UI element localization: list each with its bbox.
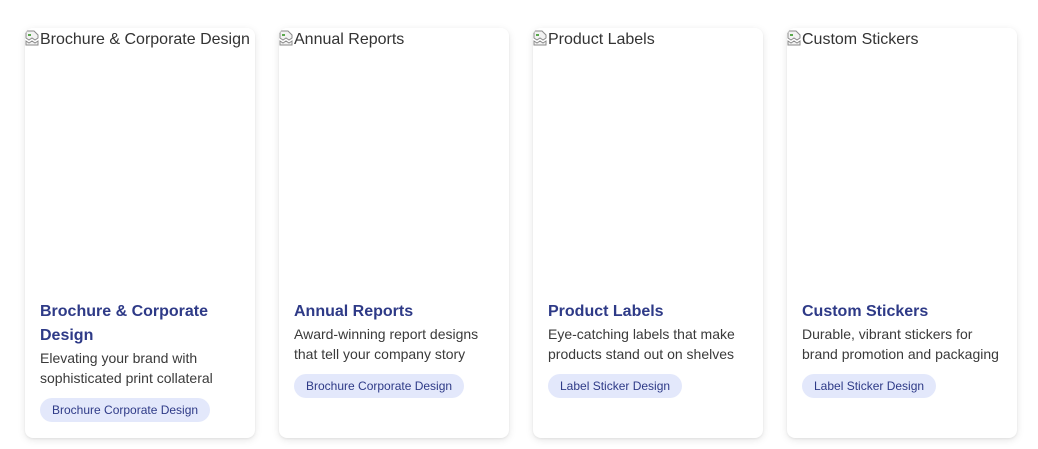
card-image[interactable]: Custom Stickers (787, 28, 1017, 288)
broken-image-icon (279, 30, 293, 46)
card-description: Elevating your brand with sophisticated … (40, 350, 213, 386)
broken-image: Annual Reports (279, 30, 404, 50)
card-description: Award-winning report designs that tell y… (294, 326, 479, 362)
broken-image-icon (533, 30, 547, 46)
category-tag[interactable]: Brochure Corporate Design (40, 398, 211, 422)
category-tag[interactable]: Label Sticker Design (548, 374, 683, 398)
image-alt-text: Custom Stickers (802, 31, 919, 48)
card-title[interactable]: Annual Reports (294, 300, 494, 324)
card-title[interactable]: Brochure & Corporate Design (40, 300, 240, 348)
card-body: Annual Reports Award-winning report desi… (279, 288, 509, 398)
portfolio-card-custom-stickers[interactable]: Custom Stickers Custom Stickers Durable,… (787, 28, 1017, 438)
image-alt-text: Brochure & Corporate Design (40, 31, 250, 48)
image-alt-text: Product Labels (548, 31, 655, 48)
broken-image-icon (25, 30, 39, 46)
category-tag[interactable]: Label Sticker Design (802, 374, 937, 398)
card-body: Custom Stickers Durable, vibrant sticker… (787, 288, 1017, 398)
portfolio-card-brochure[interactable]: Brochure & Corporate Design Brochure & C… (25, 28, 255, 438)
card-title[interactable]: Custom Stickers (802, 300, 1002, 324)
card-description: Durable, vibrant stickers for brand prom… (802, 326, 999, 362)
card-image[interactable]: Annual Reports (279, 28, 509, 288)
image-alt-text: Annual Reports (294, 31, 405, 48)
portfolio-card-product-labels[interactable]: Product Labels Product Labels Eye-catchi… (533, 28, 763, 438)
card-image[interactable]: Product Labels (533, 28, 763, 288)
broken-image: Product Labels (533, 30, 655, 50)
broken-image: Custom Stickers (787, 30, 918, 50)
broken-image-icon (787, 30, 801, 46)
card-title[interactable]: Product Labels (548, 300, 748, 324)
portfolio-card-annual-reports[interactable]: Annual Reports Annual Reports Award-winn… (279, 28, 509, 438)
card-body: Brochure & Corporate Design Elevating yo… (25, 288, 255, 422)
card-image[interactable]: Brochure & Corporate Design (25, 28, 255, 288)
category-tag[interactable]: Brochure Corporate Design (294, 374, 465, 398)
broken-image: Brochure & Corporate Design (25, 30, 250, 50)
portfolio-grid: Brochure & Corporate Design Brochure & C… (0, 0, 1038, 449)
card-description: Eye-catching labels that make products s… (548, 326, 735, 362)
card-body: Product Labels Eye-catching labels that … (533, 288, 763, 398)
